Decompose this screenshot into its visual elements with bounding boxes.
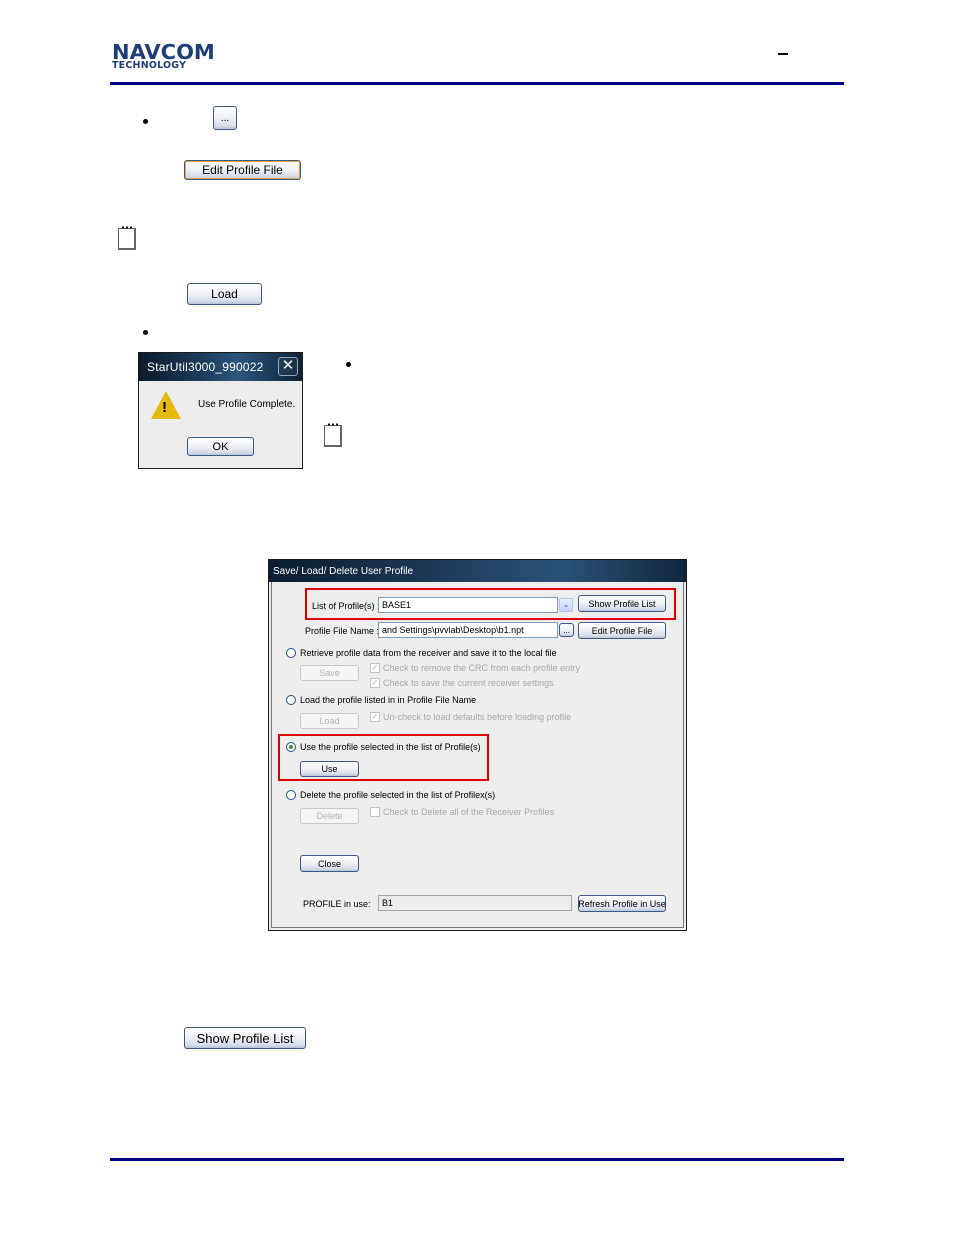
navcom-logo: NAVCOM TECHNOLOGY xyxy=(112,42,236,71)
load-button[interactable]: Load xyxy=(300,713,359,729)
remove-crc-checkbox[interactable]: ✓ xyxy=(370,663,380,673)
retrieve-option-label: Retrieve profile data from the receiver … xyxy=(300,648,557,658)
profile-in-use-label: PROFILE in use: xyxy=(303,899,371,909)
delete-all-label: Check to Delete all of the Receiver Prof… xyxy=(383,807,555,817)
warning-icon: ! xyxy=(151,391,181,419)
save-settings-checkbox[interactable]: ✓ xyxy=(370,678,380,688)
use-option-label: Use the profile selected in the list of … xyxy=(300,742,481,752)
profile-list-combobox[interactable]: BASE1 xyxy=(378,597,558,613)
refresh-profile-button[interactable]: Refresh Profile in Use xyxy=(578,895,666,912)
delete-option-label: Delete the profile selected in the list … xyxy=(300,790,496,800)
load-radio[interactable] xyxy=(286,695,296,705)
browse-button[interactable]: ... xyxy=(559,623,574,637)
note-icon xyxy=(118,226,136,250)
load-defaults-checkbox[interactable]: ✓ xyxy=(370,712,380,722)
bullet xyxy=(346,362,351,367)
footer-rule xyxy=(110,1158,844,1161)
chevron-down-icon[interactable]: ⌄ xyxy=(559,598,573,612)
delete-button[interactable]: Delete xyxy=(300,808,359,824)
dialog-titlebar: StarUtil3000_990022 ✕ xyxy=(139,353,302,381)
bullet xyxy=(143,330,148,335)
dialog-title: StarUtil3000_990022 xyxy=(147,360,264,374)
dialog-titlebar: Save/ Load/ Delete User Profile xyxy=(269,560,686,582)
load-button[interactable]: Load xyxy=(187,283,262,305)
header-rule xyxy=(110,82,844,85)
bullet xyxy=(143,119,148,124)
delete-all-checkbox[interactable] xyxy=(370,807,380,817)
dialog-body: List of Profile(s) : BASE1 ⌄ Show Profil… xyxy=(271,582,684,928)
use-profile-complete-dialog: StarUtil3000_990022 ✕ ! Use Profile Comp… xyxy=(138,352,303,469)
use-button[interactable]: Use xyxy=(300,761,359,777)
profile-list-label: List of Profile(s) : xyxy=(312,601,380,611)
load-option-label: Load the profile listed in in Profile Fi… xyxy=(300,695,477,705)
load-defaults-label: Un-check to load defaults before loading… xyxy=(383,712,572,722)
dialog-title: Save/ Load/ Delete User Profile xyxy=(273,566,414,577)
profile-in-use-field: B1 xyxy=(378,895,572,911)
close-icon[interactable]: ✕ xyxy=(278,357,298,376)
remove-crc-label: Check to remove the CRC from each profil… xyxy=(383,663,581,673)
save-button[interactable]: Save xyxy=(300,665,359,681)
dialog-message: Use Profile Complete. xyxy=(198,399,296,410)
save-settings-label: Check to save the current receiver setti… xyxy=(383,678,554,688)
use-radio[interactable] xyxy=(286,742,296,752)
retrieve-radio[interactable] xyxy=(286,648,296,658)
header-dash xyxy=(778,53,788,55)
user-profile-dialog: Save/ Load/ Delete User Profile List of … xyxy=(268,559,687,931)
ok-button[interactable]: OK xyxy=(187,437,254,456)
close-button[interactable]: Close xyxy=(300,855,359,872)
profile-file-name-label: Profile File Name : xyxy=(305,626,380,636)
show-profile-list-button[interactable]: Show Profile List xyxy=(578,595,666,612)
profile-file-name-input[interactable]: and Settings\pvvlab\Desktop\b1.npt xyxy=(378,622,558,638)
delete-radio[interactable] xyxy=(286,790,296,800)
show-profile-list-button[interactable]: Show Profile List xyxy=(184,1027,306,1049)
browse-button[interactable]: ... xyxy=(213,106,237,130)
edit-profile-file-button[interactable]: Edit Profile File xyxy=(578,622,666,639)
edit-profile-file-button[interactable]: Edit Profile File xyxy=(184,160,301,180)
logo-wordmark: NAVCOM xyxy=(112,40,215,64)
note-icon xyxy=(324,423,342,447)
